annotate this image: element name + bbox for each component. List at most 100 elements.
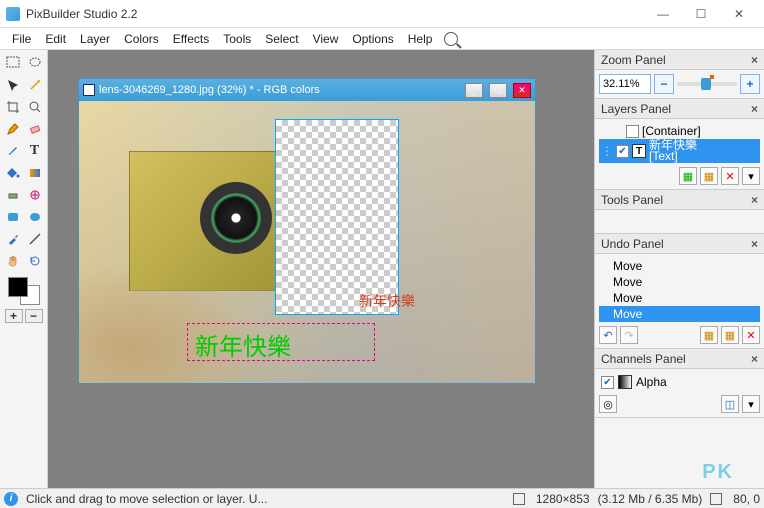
undo-panel-header[interactable]: Undo Panel×	[595, 234, 764, 254]
undo-item[interactable]: Move	[599, 306, 760, 322]
snapshot-copy-button[interactable]: ▦	[721, 326, 739, 344]
menu-tools[interactable]: Tools	[217, 30, 257, 48]
zoom-out-button[interactable]: −	[654, 74, 674, 94]
tool-wand[interactable]	[25, 75, 45, 95]
visibility-checkbox[interactable]	[626, 125, 639, 138]
channel-view-button[interactable]: ◎	[599, 395, 617, 413]
tool-hand[interactable]	[3, 251, 23, 271]
close-icon[interactable]: ×	[751, 193, 758, 207]
undo-item[interactable]: Move	[599, 290, 760, 306]
canvas-text-green[interactable]: 新年快樂	[195, 327, 291, 362]
menu-select[interactable]: Select	[259, 30, 304, 48]
layer-type-label: [Text]	[649, 151, 697, 162]
tool-shape-ellipse[interactable]	[25, 207, 45, 227]
tool-line[interactable]	[25, 229, 45, 249]
tool-fill[interactable]	[3, 163, 23, 183]
tool-shape-rect[interactable]	[3, 207, 23, 227]
menu-layer[interactable]: Layer	[74, 30, 116, 48]
zoom-panel-header[interactable]: Zoom Panel×	[595, 50, 764, 70]
doc-close-button[interactable]: ✕	[513, 83, 531, 98]
document-window[interactable]: lens-3046269_1280.jpg (32%) * - RGB colo…	[78, 78, 536, 384]
clear-history-button[interactable]: ✕	[742, 326, 760, 344]
canvas[interactable]: 新年快樂 新年快樂	[79, 101, 535, 383]
menu-options[interactable]: Options	[346, 30, 399, 48]
canvas-text-red[interactable]: 新年快樂	[359, 291, 415, 311]
tool-brush[interactable]	[3, 141, 23, 161]
channel-row-alpha[interactable]: Alpha	[599, 373, 760, 391]
status-bar: i Click and drag to move selection or la…	[0, 488, 764, 508]
layer-row-text[interactable]: ⋮T 新年快樂[Text]	[599, 139, 760, 163]
tools-panel-header[interactable]: Tools Panel ×	[595, 190, 764, 210]
foreground-color-icon[interactable]	[8, 277, 28, 297]
window-title: PixBuilder Studio 2.2	[26, 7, 644, 21]
menu-view[interactable]: View	[307, 30, 345, 48]
undo-button[interactable]: ↶	[599, 326, 617, 344]
redo-button[interactable]: ↷	[620, 326, 638, 344]
window-minimize-button[interactable]: —	[644, 1, 682, 27]
tool-text[interactable]: T	[25, 141, 45, 161]
visibility-checkbox[interactable]	[616, 145, 629, 158]
brush-size-minus[interactable]: −	[25, 309, 43, 323]
layer-row-container[interactable]: [Container]	[599, 123, 760, 139]
window-maximize-button[interactable]: ☐	[682, 1, 720, 27]
tool-lasso[interactable]	[25, 53, 45, 73]
tool-heal[interactable]	[25, 185, 45, 205]
zoom-in-button[interactable]: +	[740, 74, 760, 94]
info-icon: i	[4, 492, 18, 506]
color-swatch[interactable]	[8, 277, 40, 305]
zoom-thumb[interactable]	[701, 78, 711, 90]
undo-item[interactable]: Move	[599, 258, 760, 274]
menu-colors[interactable]: Colors	[118, 30, 165, 48]
channel-menu-button[interactable]: ▾	[742, 395, 760, 413]
undo-item[interactable]: Move	[599, 274, 760, 290]
document-titlebar[interactable]: lens-3046269_1280.jpg (32%) * - RGB colo…	[79, 79, 535, 101]
channel-label: Alpha	[636, 375, 667, 389]
menubar: File Edit Layer Colors Effects Tools Sel…	[0, 28, 764, 50]
app-logo-icon	[6, 7, 20, 21]
zoom-input[interactable]	[599, 74, 651, 94]
layers-panel-header[interactable]: Layers Panel×	[595, 99, 764, 119]
tool-rotate[interactable]	[25, 251, 45, 271]
workspace[interactable]: lens-3046269_1280.jpg (32%) * - RGB colo…	[48, 50, 594, 488]
menu-effects[interactable]: Effects	[167, 30, 215, 48]
tool-clone[interactable]	[3, 185, 23, 205]
close-icon[interactable]: ×	[751, 102, 758, 116]
close-icon[interactable]: ×	[751, 352, 758, 366]
layer-menu-button[interactable]: ▾	[742, 167, 760, 185]
tool-eyedropper[interactable]	[3, 229, 23, 249]
tool-zoom[interactable]	[25, 97, 45, 117]
tool-crop[interactable]	[3, 97, 23, 117]
doc-minimize-button[interactable]: _	[465, 83, 483, 98]
channels-panel-title: Channels Panel	[601, 352, 686, 366]
channels-panel-header[interactable]: Channels Panel ×	[595, 349, 764, 369]
brush-size-plus[interactable]: +	[5, 309, 23, 323]
channel-visibility-checkbox[interactable]	[601, 376, 614, 389]
menu-file[interactable]: File	[6, 30, 37, 48]
close-icon[interactable]: ×	[751, 237, 758, 251]
zoom-slider[interactable]	[677, 82, 737, 86]
doc-maximize-button[interactable]: □	[489, 83, 507, 98]
watermark: PK	[702, 461, 734, 484]
snapshot-button[interactable]: ▦	[700, 326, 718, 344]
tool-gradient[interactable]	[25, 163, 45, 183]
close-icon[interactable]: ×	[751, 53, 758, 67]
tool-rect-select[interactable]	[3, 53, 23, 73]
tool-pencil[interactable]	[3, 119, 23, 139]
delete-layer-button[interactable]: ✕	[721, 167, 739, 185]
status-hint: Click and drag to move selection or laye…	[26, 492, 267, 506]
channel-action-button[interactable]: ◫	[721, 395, 739, 413]
status-dimensions: 1280×853	[536, 492, 590, 506]
duplicate-layer-button[interactable]: ▦	[700, 167, 718, 185]
menu-edit[interactable]: Edit	[39, 30, 72, 48]
transparent-region[interactable]	[275, 119, 399, 315]
tool-move[interactable]	[3, 75, 23, 95]
window-close-button[interactable]: ✕	[720, 1, 758, 27]
search-icon[interactable]	[444, 32, 458, 46]
new-layer-button[interactable]: ▦	[679, 167, 697, 185]
menu-help[interactable]: Help	[402, 30, 439, 48]
tool-eraser[interactable]	[25, 119, 45, 139]
status-memory: (3.12 Mb / 6.35 Mb)	[598, 492, 703, 506]
tools-panel-title: Tools Panel	[601, 193, 663, 207]
zoom-panel-body: − +	[595, 70, 764, 99]
side-panels: Zoom Panel× − + Layers Panel× [Container…	[594, 50, 764, 488]
